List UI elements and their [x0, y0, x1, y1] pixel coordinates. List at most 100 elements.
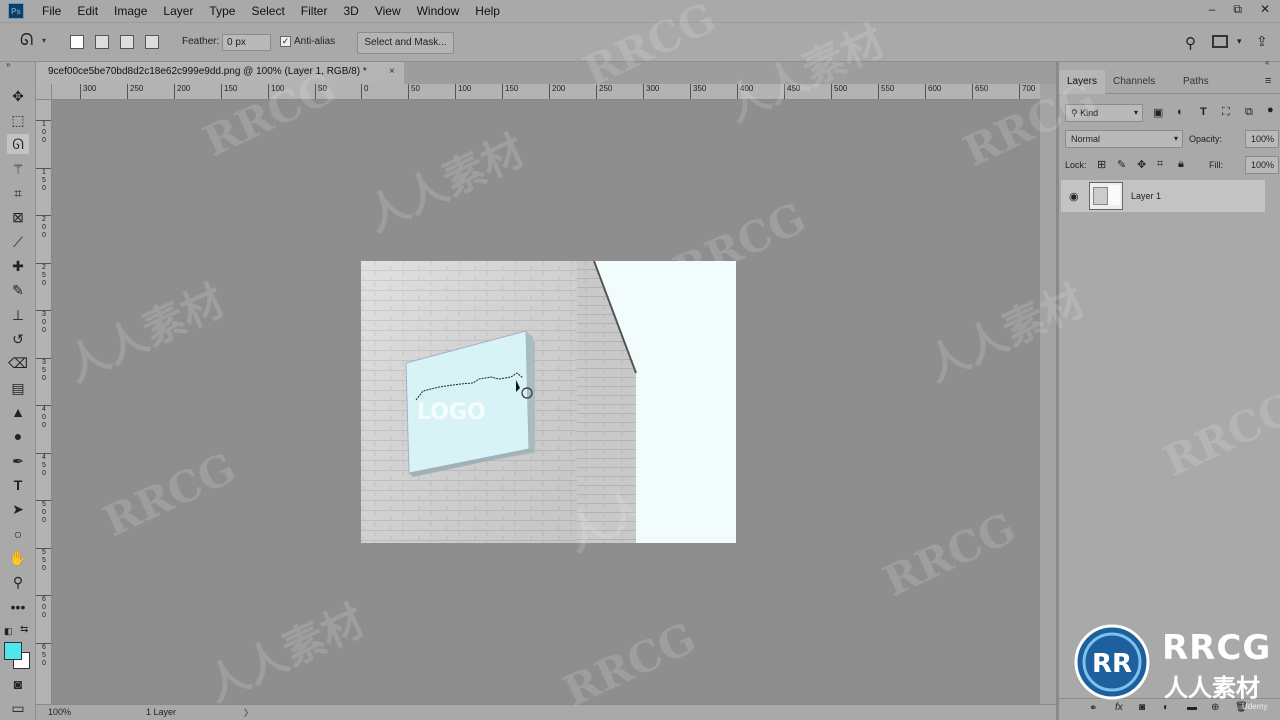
rrcg-brand-logo: RR RRCG 人人素材 Udemy: [1074, 622, 1274, 712]
blend-mode-select[interactable]: Normal ▾: [1065, 130, 1183, 148]
share-icon[interactable]: ⇪: [1256, 33, 1268, 50]
ruler-tick: 1 0 0: [36, 120, 51, 145]
feather-input[interactable]: 0 px: [222, 34, 271, 51]
subtract-selection-icon[interactable]: [120, 35, 134, 49]
menu-view[interactable]: View: [367, 0, 409, 22]
ruler-tick: 0: [361, 84, 368, 99]
pen-tool-icon[interactable]: ✒: [7, 451, 29, 471]
ruler-tick: 100: [268, 84, 284, 99]
eye-icon[interactable]: ◉: [1069, 190, 1079, 203]
restore-button[interactable]: ⧉: [1233, 2, 1242, 17]
filter-smart-object-icon[interactable]: ⧉: [1245, 106, 1253, 119]
foreground-color-swatch[interactable]: [4, 642, 22, 660]
zoom-tool-icon[interactable]: ⚲: [7, 572, 29, 592]
type-tool-icon[interactable]: T: [7, 475, 29, 495]
layer-name[interactable]: Layer 1: [1131, 180, 1161, 212]
close-window-button[interactable]: ✕: [1260, 2, 1270, 17]
lock-all-icon[interactable]: 🔒︎: [1178, 158, 1184, 171]
lock-position-icon[interactable]: ✥: [1137, 158, 1146, 171]
filter-toggle-icon[interactable]: ●: [1267, 104, 1274, 116]
ruler-tick: 450: [784, 84, 800, 99]
document-image[interactable]: LOGO: [361, 261, 736, 543]
history-brush-tool-icon[interactable]: ↺: [7, 329, 29, 349]
workspace-chevron-icon[interactable]: ▾: [1237, 36, 1242, 47]
menu-layer[interactable]: Layer: [155, 0, 201, 22]
menu-select[interactable]: Select: [243, 0, 292, 22]
new-selection-icon[interactable]: [70, 35, 84, 49]
options-bar: ᘏ ▾ Feather: 0 px ✓ Anti-alias Select an…: [0, 22, 1280, 62]
move-tool-icon[interactable]: ✥: [7, 86, 29, 106]
menu-3d[interactable]: 3D: [335, 0, 366, 22]
tab-channels[interactable]: Channels: [1105, 70, 1163, 94]
frame-tool-icon[interactable]: ⊠: [7, 207, 29, 227]
canvas-area[interactable]: LOGO: [52, 100, 1040, 704]
collapse-panels-icon[interactable]: «: [1265, 58, 1269, 67]
menu-file[interactable]: File: [34, 0, 69, 22]
svg-text:LOGO: LOGO: [417, 400, 486, 425]
close-tab-icon[interactable]: ×: [389, 62, 395, 82]
vertical-ruler[interactable]: 1 0 0 1 5 0 2 0 0 2 5 0 3 0 0 3 5 0 4 0 …: [36, 100, 52, 704]
layer-filter-kind[interactable]: ⚲ Kind ▾: [1065, 104, 1143, 122]
document-tab[interactable]: 9cef00ce5be70bd8d2c18e62c999e9dd.png @ 1…: [36, 62, 404, 84]
collapse-icon[interactable]: »: [6, 60, 10, 69]
svg-text:RR: RR: [1092, 649, 1132, 679]
filter-shape-icon[interactable]: ⛶: [1222, 106, 1230, 119]
minimize-button[interactable]: –: [1209, 2, 1216, 17]
brush-tool-icon[interactable]: ✎: [7, 280, 29, 300]
dodge-tool-icon[interactable]: ●: [7, 426, 29, 446]
lasso-icon[interactable]: ᘏ: [20, 32, 33, 50]
opacity-input[interactable]: 100%: [1245, 130, 1279, 148]
menu-image[interactable]: Image: [106, 0, 155, 22]
info-menu-arrow-icon[interactable]: 〉: [244, 706, 253, 719]
menu-help[interactable]: Help: [467, 0, 508, 22]
menu-edit[interactable]: Edit: [69, 0, 106, 22]
status-bar: 100% 1 Layer 〉: [36, 704, 1056, 720]
default-colors-icon[interactable]: ◧: [4, 626, 13, 637]
panel-menu-icon[interactable]: ≡: [1265, 75, 1271, 87]
menu-type[interactable]: Type: [201, 0, 243, 22]
magic-wand-tool-icon[interactable]: ⚚: [7, 159, 29, 179]
filter-adjustment-icon[interactable]: ◐: [1177, 106, 1184, 118]
ruler-origin[interactable]: [36, 84, 52, 100]
tab-paths[interactable]: Paths: [1175, 70, 1217, 94]
filter-type-icon[interactable]: T: [1200, 106, 1207, 118]
marquee-tool-icon[interactable]: ⬚: [7, 110, 29, 130]
blur-tool-icon[interactable]: ▲: [7, 402, 29, 422]
lock-image-icon[interactable]: ✎: [1117, 158, 1126, 171]
zoom-level[interactable]: 100%: [48, 707, 71, 717]
select-and-mask-button[interactable]: Select and Mask...: [357, 32, 454, 54]
crop-tool-icon[interactable]: ⌗: [7, 183, 29, 203]
quick-mask-icon[interactable]: ◙: [7, 674, 29, 694]
swap-colors-icon[interactable]: ⇆: [20, 624, 28, 635]
filter-pixel-icon[interactable]: ▣: [1153, 106, 1163, 119]
layer-row[interactable]: ◉ Layer 1: [1061, 180, 1265, 212]
search-icon[interactable]: ⚲: [1185, 34, 1196, 52]
screen-mode-icon[interactable]: ▭: [7, 698, 29, 718]
intersect-selection-icon[interactable]: [145, 35, 159, 49]
add-selection-icon[interactable]: [95, 35, 109, 49]
antialias-checkbox[interactable]: ✓: [280, 36, 291, 47]
lasso-tool-icon[interactable]: ᘏ: [7, 134, 29, 154]
ruler-tick: 4 0 0: [36, 405, 51, 430]
stamp-tool-icon[interactable]: ⊥: [7, 305, 29, 325]
gradient-tool-icon[interactable]: ▤: [7, 378, 29, 398]
blend-mode-value: Normal: [1071, 134, 1101, 144]
eyedropper-tool-icon[interactable]: ⟋: [7, 232, 29, 252]
horizontal-ruler[interactable]: 300 250 200 150 100 50 0 50 100 150 200 …: [52, 84, 1040, 100]
more-tools-icon[interactable]: •••: [7, 597, 29, 617]
hand-tool-icon[interactable]: ✋: [7, 548, 29, 568]
lock-artboard-icon[interactable]: ⌗: [1157, 158, 1163, 171]
workspace-icon[interactable]: [1212, 35, 1228, 48]
path-selection-tool-icon[interactable]: ➤: [7, 499, 29, 519]
fill-input[interactable]: 100%: [1245, 156, 1279, 174]
ellipse-tool-icon[interactable]: ○: [7, 524, 29, 544]
menu-window[interactable]: Window: [409, 0, 468, 22]
brand-latin: RRCG: [1162, 628, 1272, 668]
vertical-scrollbar[interactable]: [1040, 84, 1056, 704]
tab-layers[interactable]: Layers: [1059, 70, 1106, 94]
lock-transparent-icon[interactable]: ⊞: [1097, 158, 1106, 171]
menu-filter[interactable]: Filter: [293, 0, 336, 22]
chevron-down-icon[interactable]: ▾: [42, 36, 46, 45]
healing-brush-tool-icon[interactable]: ✚: [7, 256, 29, 276]
eraser-tool-icon[interactable]: ⌫: [7, 353, 29, 373]
